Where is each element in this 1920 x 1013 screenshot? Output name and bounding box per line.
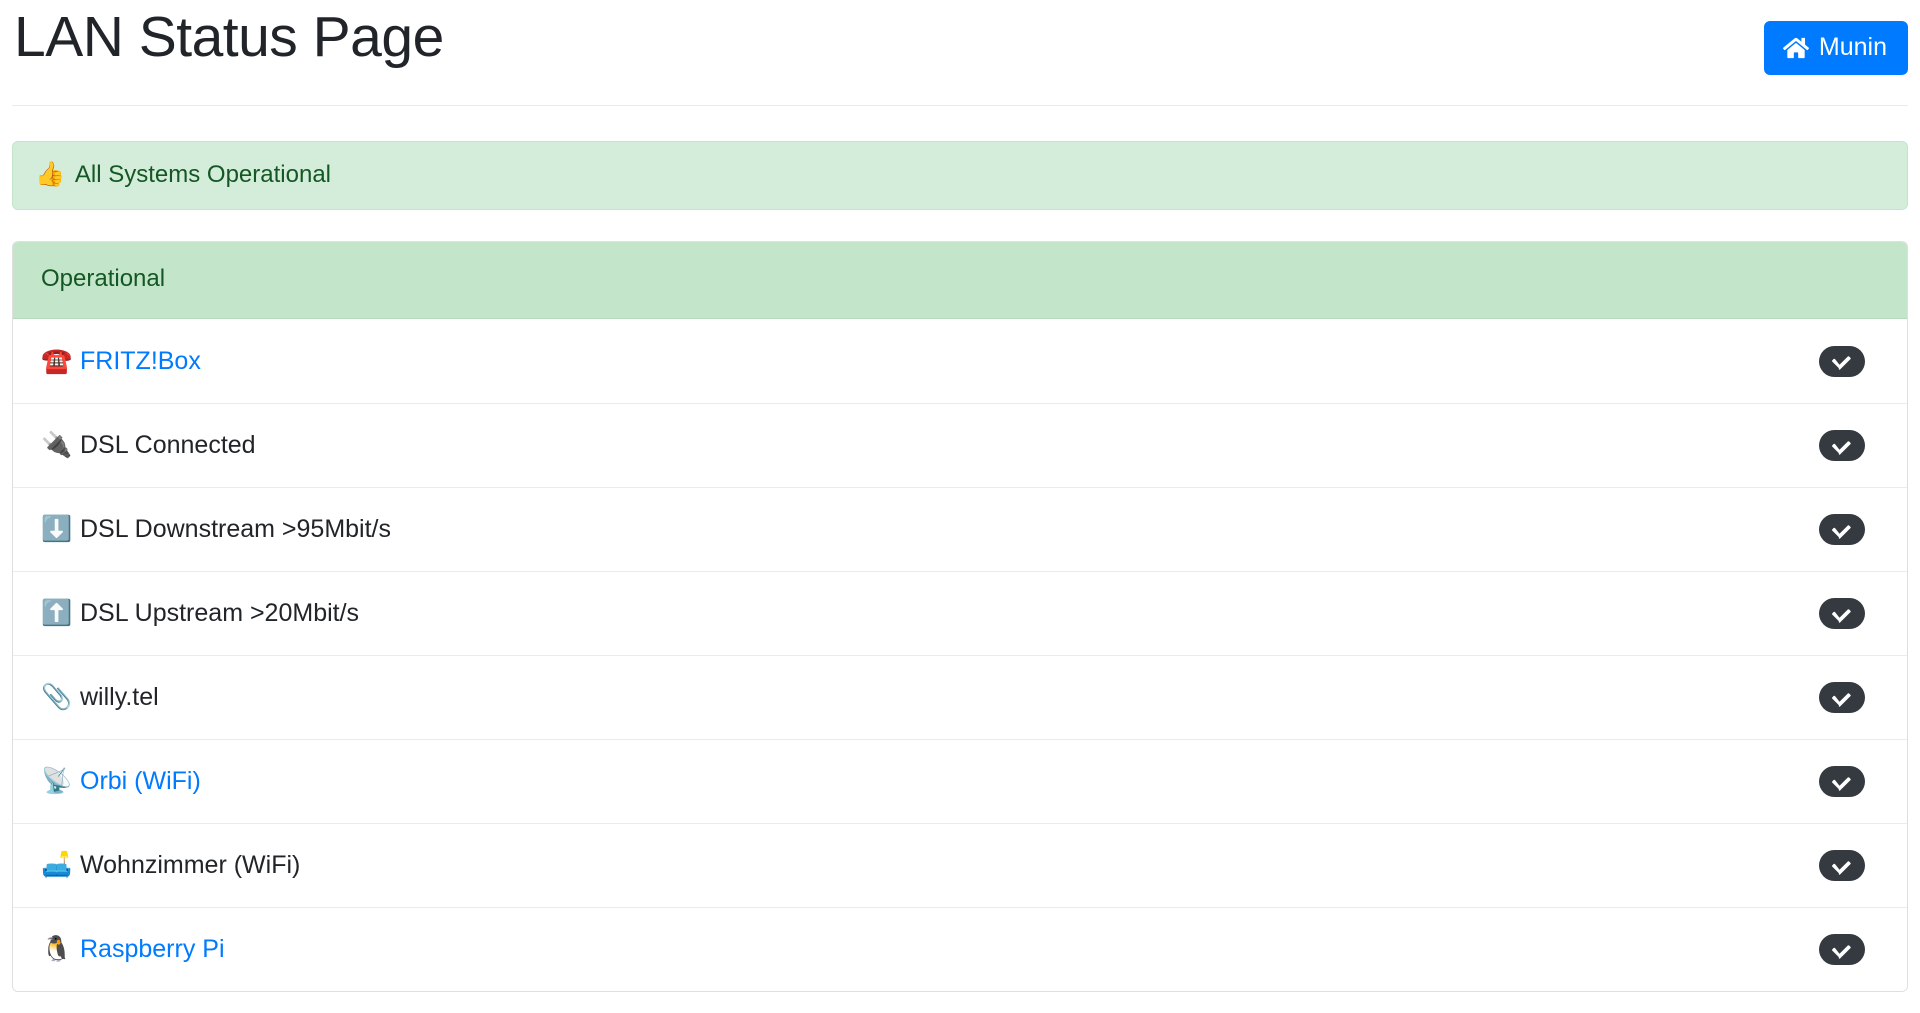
penguin-icon: 🐧	[41, 935, 73, 963]
list-item-label: 📡 Orbi (WiFi)	[41, 769, 201, 794]
list-item-text: DSL Connected	[80, 431, 256, 459]
couch-icon: 🛋️	[41, 851, 73, 879]
list-item-text: DSL Upstream >20Mbit/s	[80, 599, 360, 627]
status-page: LAN Status Page Munin 👍 All Systems Oper…	[0, 0, 1920, 1013]
status-badge	[1819, 850, 1865, 881]
list-item-label: ⬆️ DSL Upstream >20Mbit/s	[41, 601, 359, 626]
status-badge	[1819, 766, 1865, 797]
list-item-text[interactable]: FRITZ!Box	[80, 348, 201, 374]
list-item-wohnzimmer-wifi[interactable]: 🛋️ Wohnzimmer (WiFi)	[13, 823, 1907, 907]
list-item-label: 📎 willy.tel	[41, 685, 159, 710]
arrow-up-icon: ⬆️	[41, 599, 73, 627]
page-title: LAN Status Page	[14, 5, 444, 69]
list-item-label: 🛋️ Wohnzimmer (WiFi)	[41, 853, 300, 878]
status-badge	[1819, 598, 1865, 629]
list-item-label: ⬇️ DSL Downstream >95Mbit/s	[41, 517, 391, 542]
list-item-text[interactable]: Orbi (WiFi)	[80, 769, 201, 794]
status-badge	[1819, 682, 1865, 713]
list-item-text: DSL Downstream >95Mbit/s	[80, 515, 391, 543]
system-status-text: All Systems Operational	[74, 161, 331, 188]
list-item-label: 🐧 Raspberry Pi	[41, 937, 225, 962]
operational-card-header: Operational	[13, 242, 1907, 319]
list-item-willy-tel[interactable]: 📎 willy.tel	[13, 655, 1907, 739]
status-badge	[1819, 345, 1865, 377]
paperclip-icon: 📎	[41, 683, 73, 711]
status-item-list: ☎️ FRITZ!Box 🔌 DSL Connected ⬇️ DSL Down…	[13, 319, 1907, 991]
thumbs-up-icon: 👍	[35, 161, 65, 188]
electric-plug-icon: 🔌	[41, 431, 73, 459]
list-item-text[interactable]: Raspberry Pi	[80, 937, 225, 962]
list-item-text: Wohnzimmer (WiFi)	[80, 851, 301, 879]
list-item-label: 🔌 DSL Connected	[41, 433, 256, 458]
satellite-antenna-icon: 📡	[41, 767, 73, 795]
list-item-dsl-connected[interactable]: 🔌 DSL Connected	[13, 403, 1907, 487]
list-item-dsl-downstream-95mbit-s[interactable]: ⬇️ DSL Downstream >95Mbit/s	[13, 487, 1907, 571]
list-item-raspberry-pi[interactable]: 🐧 Raspberry Pi	[13, 907, 1907, 991]
munin-button[interactable]: Munin	[1763, 21, 1908, 75]
list-item-label: ☎️ FRITZ!Box	[41, 346, 201, 375]
system-status-alert: 👍 All Systems Operational	[12, 141, 1908, 210]
operational-card: Operational ☎️ FRITZ!Box 🔌 DSL Connected…	[12, 241, 1908, 992]
status-badge	[1819, 934, 1865, 965]
home-icon	[1782, 36, 1809, 60]
telephone-icon: ☎️	[41, 346, 73, 375]
status-badge	[1819, 430, 1865, 461]
list-item-orbi-wifi[interactable]: 📡 Orbi (WiFi)	[13, 739, 1907, 823]
list-item-text: willy.tel	[80, 683, 159, 711]
status-badge	[1819, 514, 1865, 545]
page-header: LAN Status Page Munin	[12, 0, 1908, 106]
munin-button-label: Munin	[1818, 33, 1887, 61]
list-item-fritz-box[interactable]: ☎️ FRITZ!Box	[13, 319, 1907, 403]
arrow-down-icon: ⬇️	[41, 515, 73, 543]
list-item-dsl-upstream-20mbit-s[interactable]: ⬆️ DSL Upstream >20Mbit/s	[13, 571, 1907, 655]
